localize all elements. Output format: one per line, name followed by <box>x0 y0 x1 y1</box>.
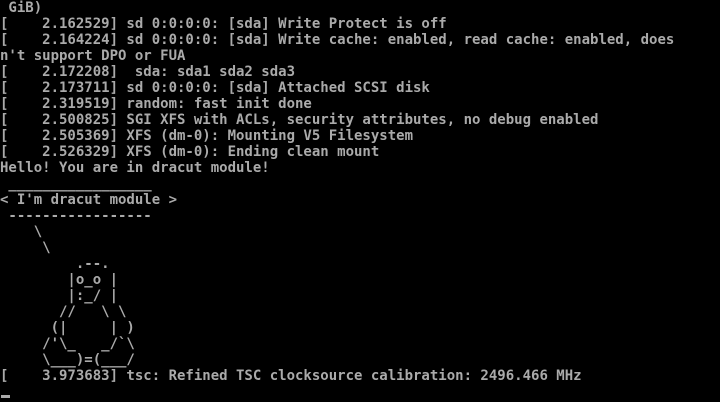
console-line: \ <box>0 224 43 240</box>
console-screen[interactable]: GiB) [ 2.162529] sd 0:0:0:0: [sda] Write… <box>0 0 720 402</box>
console-line: |:_/ | <box>0 288 119 304</box>
console-line: [ 2.319519] random: fast init done <box>0 96 312 112</box>
console-line: .--. <box>0 256 110 272</box>
console-line: n't support DPO or FUA <box>0 48 186 64</box>
console-line: // \ \ <box>0 304 127 320</box>
console-line: [ 3.973683] tsc: Refined TSC clocksource… <box>0 368 582 384</box>
console-line: [ 2.162529] sd 0:0:0:0: [sda] Write Prot… <box>0 16 447 32</box>
console-line: (| | ) <box>0 320 135 336</box>
console-line: /'\_ _/`\ <box>0 336 135 352</box>
console-line: [ 2.164224] sd 0:0:0:0: [sda] Write cach… <box>0 32 675 48</box>
console-line: \___)=(___/ <box>0 352 135 368</box>
console-line: _________________ <box>0 176 152 192</box>
console-line: Hello! You are in dracut module! <box>0 160 270 176</box>
console-line: [ 2.172208] sda: sda1 sda2 sda3 <box>0 64 296 80</box>
console-line: ----------------- <box>0 208 152 224</box>
console-line: [ 2.500825] SGI XFS with ACLs, security … <box>0 112 599 128</box>
console-line: [ 2.173711] sd 0:0:0:0: [sda] Attached S… <box>0 80 430 96</box>
console-line: |o_o | <box>0 272 119 288</box>
console-line: [ 2.505369] XFS (dm-0): Mounting V5 File… <box>0 128 414 144</box>
console-line: \ <box>0 240 51 256</box>
console-line: < I'm dracut module > <box>0 192 178 208</box>
text-cursor <box>1 395 10 398</box>
console-line: GiB) <box>0 0 43 16</box>
console-line: [ 2.526329] XFS (dm-0): Ending clean mou… <box>0 144 380 160</box>
